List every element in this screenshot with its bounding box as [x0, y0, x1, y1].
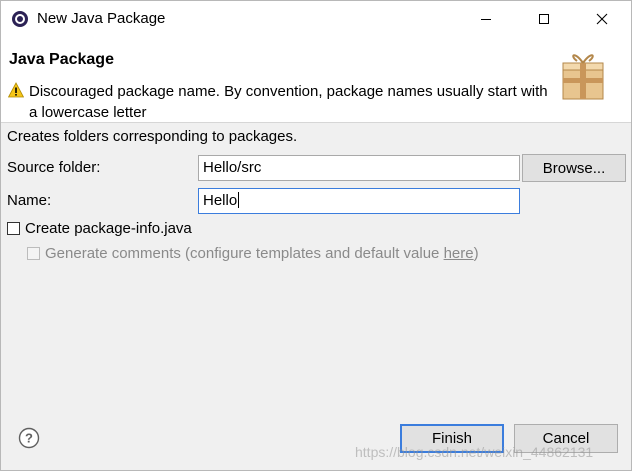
generate-comments-label: Generate comments (configure templates a… [45, 245, 444, 262]
package-name-value: Hello [203, 192, 238, 209]
generate-comments-checkbox [27, 247, 40, 260]
svg-text:?: ? [25, 431, 33, 446]
minimize-icon [481, 19, 491, 20]
source-folder-label: Source folder: [7, 159, 101, 176]
title-bar[interactable]: New Java Package [1, 1, 631, 37]
create-package-info-checkbox[interactable] [7, 222, 20, 235]
configure-templates-link[interactable]: here [444, 245, 474, 262]
package-icon [562, 54, 604, 100]
warning-icon [8, 82, 24, 98]
create-package-info-label: Create package-info.java [25, 220, 192, 237]
maximize-button[interactable] [521, 1, 567, 37]
name-label: Name: [7, 192, 52, 209]
browse-button[interactable]: Browse... [522, 154, 626, 182]
wizard-banner: Java Package Discouraged package name. B… [1, 37, 631, 123]
eclipse-icon [12, 11, 28, 27]
close-icon [596, 13, 608, 25]
watermark: https://blog.csdn.net/weixin_44862131 [355, 444, 594, 460]
minimize-button[interactable] [463, 1, 509, 37]
page-description: Creates folders corresponding to package… [7, 128, 298, 145]
new-java-package-dialog: New Java Package Java Package Discourage… [0, 0, 632, 471]
package-name-field[interactable]: Hello [198, 188, 520, 214]
text-caret [238, 192, 240, 208]
close-button[interactable] [579, 1, 625, 37]
page-title: Java Package [9, 51, 114, 68]
window-title: New Java Package [37, 10, 166, 27]
create-package-info-option[interactable]: Create package-info.java [7, 220, 192, 237]
maximize-icon [539, 14, 549, 24]
generate-comments-suffix: ) [473, 245, 479, 262]
warning-message: Discouraged package name. By convention,… [29, 83, 548, 121]
generate-comments-option: Generate comments (configure templates a… [27, 245, 479, 262]
help-icon[interactable]: ? [18, 427, 40, 449]
source-folder-field[interactable]: Hello/src [198, 155, 520, 181]
